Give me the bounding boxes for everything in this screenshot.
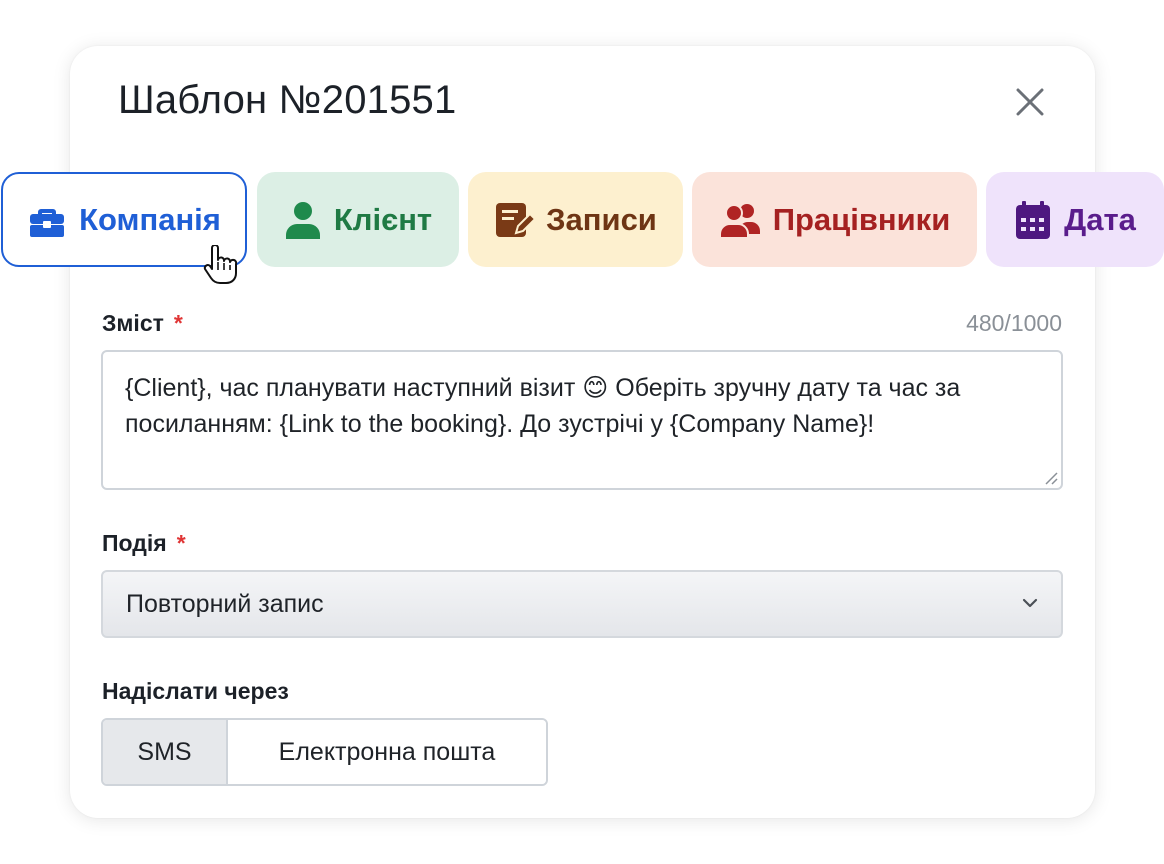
chip-company-label: Компанія — [79, 201, 221, 237]
send-via-sms-option[interactable]: SMS — [103, 720, 228, 784]
content-text-start: {Client}, час планувати наступний візит — [125, 374, 583, 402]
send-via-email-option[interactable]: Електронна пошта — [228, 720, 546, 784]
event-select[interactable]: Повторний запис — [101, 570, 1063, 638]
close-icon[interactable] — [1010, 82, 1050, 122]
send-via-segmented: SMS Електронна пошта — [101, 718, 548, 786]
content-label: Зміст * — [102, 310, 183, 337]
resize-handle-icon[interactable] — [1042, 469, 1058, 485]
chip-staff[interactable]: Працівники — [692, 172, 977, 267]
chip-staff-label: Працівники — [772, 201, 951, 237]
required-mark: * — [176, 530, 186, 556]
content-textarea[interactable]: {Client}, час планувати наступний візит … — [101, 350, 1063, 490]
chip-date[interactable]: Дата — [986, 172, 1164, 267]
chip-client[interactable]: Клієнт — [257, 172, 459, 267]
hand-cursor-icon — [203, 245, 238, 284]
users-icon — [718, 203, 760, 239]
send-via-label: Надіслати через — [102, 678, 289, 704]
chip-records-label: Записи — [546, 201, 657, 237]
char-counter: 480/1000 — [966, 310, 1062, 336]
content-label-text: Зміст — [102, 310, 164, 336]
event-label: Подія * — [102, 530, 186, 557]
chip-date-label: Дата — [1064, 201, 1136, 237]
calendar-icon — [1016, 200, 1051, 239]
smile-emoji: 😊 — [582, 374, 609, 402]
briefcase-icon — [30, 208, 65, 237]
edit-note-icon — [496, 202, 535, 237]
event-label-text: Подія — [102, 530, 167, 556]
dialog-title: Шаблон №201551 — [118, 78, 457, 122]
chip-records[interactable]: Записи — [468, 172, 683, 267]
required-mark: * — [173, 310, 183, 336]
user-icon — [285, 201, 320, 239]
chip-client-label: Клієнт — [333, 201, 433, 237]
event-selected-value: Повторний запис — [126, 589, 324, 618]
chevron-down-icon — [1022, 598, 1038, 608]
